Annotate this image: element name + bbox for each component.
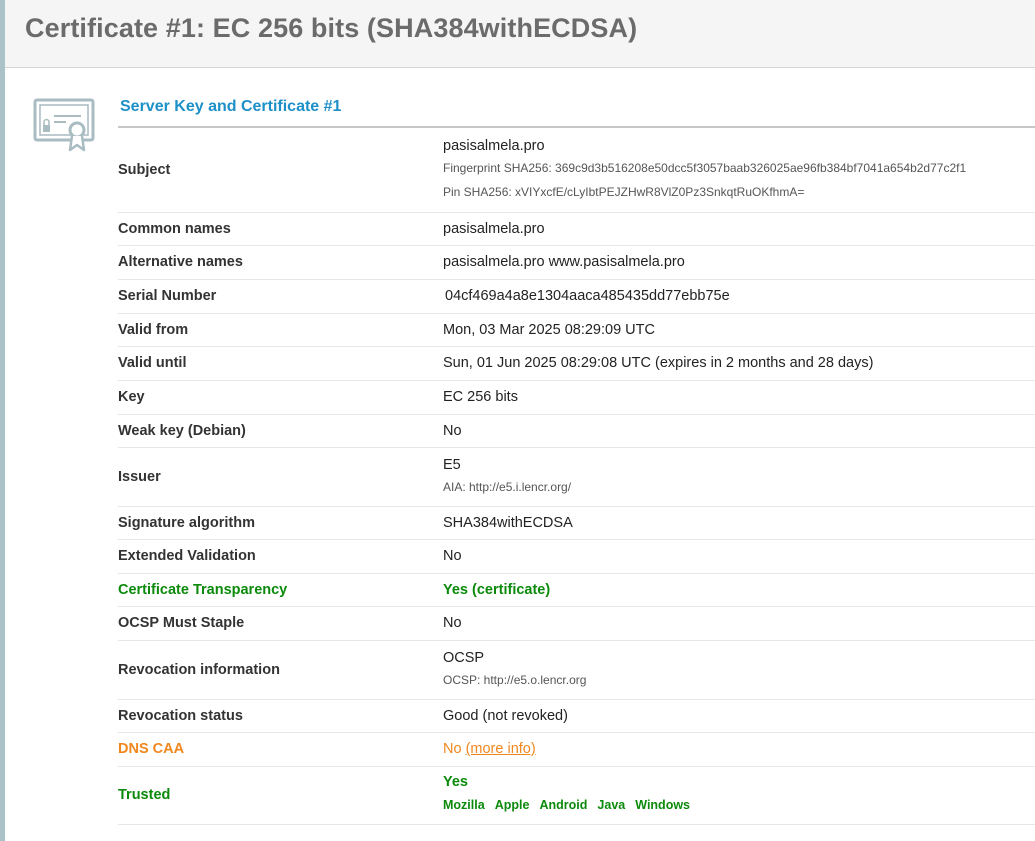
row-value-revocation-status: Good (not revoked) [443, 699, 1035, 733]
row-label-weak-key: Weak key (Debian) [118, 414, 443, 448]
row-label-common-names: Common names [118, 212, 443, 246]
row-value-certificate-transparency: Yes (certificate) [443, 573, 1035, 607]
row-value-serial-number: 04cf469a4a8e1304aaca485435dd77ebb75e [443, 279, 1035, 314]
trusted-browsers: Mozilla Apple Android Java Windows [443, 792, 1035, 818]
table-row-key: Key EC 256 bits [118, 380, 1035, 415]
subject-fingerprint: Fingerprint SHA256: 369c9d3b516208e50dcc… [443, 160, 967, 175]
subject-pin: Pin SHA256: xVIYxcfE/cLyIbtPEJZHwR8VlZ0P… [443, 184, 805, 199]
table-row-serial-number: Serial Number 04cf469a4a8e1304aaca485435… [118, 279, 1035, 314]
issuer-value: E5 [443, 456, 461, 473]
table-row-revocation-status: Revocation status Good (not revoked) [118, 699, 1035, 733]
row-label-valid-from: Valid from [118, 313, 443, 347]
table-row-common-names: Common names pasisalmela.pro [118, 212, 1035, 246]
browser-mozilla: Mozilla [443, 798, 485, 812]
row-value-key: EC 256 bits [443, 380, 1035, 415]
row-label-alternative-names: Alternative names [118, 245, 443, 280]
row-value-issuer: E5 AIA: http://e5.i.lencr.org/ [443, 447, 1035, 507]
row-label-dns-caa: DNS CAA [118, 732, 443, 767]
issuer-aia: AIA: http://e5.i.lencr.org/ [443, 479, 572, 494]
certificate-icon [33, 97, 95, 155]
revocation-information-ocsp: OCSP: http://e5.o.lencr.org [443, 672, 587, 687]
row-value-subject: pasisalmela.pro Fingerprint SHA256: 369c… [443, 128, 1035, 213]
row-label-revocation-information: Revocation information [118, 640, 443, 700]
row-label-revocation-status: Revocation status [118, 699, 443, 733]
row-label-valid-until: Valid until [118, 346, 443, 381]
row-value-extended-validation: No [443, 539, 1035, 574]
table-row-extended-validation: Extended Validation No [118, 539, 1035, 574]
row-value-ocsp-must-staple: No [443, 606, 1035, 641]
row-value-dns-caa: No (more info) [443, 732, 1035, 767]
section-title: Server Key and Certificate #1 [120, 98, 342, 115]
table-row-revocation-information: Revocation information OCSP OCSP: http:/… [118, 640, 1035, 700]
browser-android: Android [539, 798, 588, 812]
row-label-ocsp-must-staple: OCSP Must Staple [118, 606, 443, 641]
row-value-common-names: pasisalmela.pro [443, 212, 1035, 246]
browser-java: Java [597, 798, 626, 812]
table-row-signature-algorithm: Signature algorithm SHA384withECDSA [118, 506, 1035, 540]
browser-windows: Windows [635, 798, 691, 812]
row-label-key: Key [118, 380, 443, 415]
trusted-value: Yes [443, 774, 468, 790]
row-label-certificate-transparency: Certificate Transparency [118, 573, 443, 607]
row-value-trusted: Yes Mozilla Apple Android Java Windows [443, 766, 1035, 825]
row-label-serial-number: Serial Number [118, 279, 443, 314]
certificate-table: Subject pasisalmela.pro Fingerprint SHA2… [118, 128, 1035, 825]
table-row-ocsp-must-staple: OCSP Must Staple No [118, 606, 1035, 641]
revocation-information-value: OCSP [443, 649, 485, 666]
row-value-alternative-names: pasisalmela.pro www.pasisalmela.pro [443, 245, 1035, 280]
dns-caa-value: No [443, 741, 462, 757]
row-value-revocation-information: OCSP OCSP: http://e5.o.lencr.org [443, 640, 1035, 700]
row-value-signature-algorithm: SHA384withECDSA [443, 506, 1035, 540]
table-row-dns-caa: DNS CAA No (more info) [118, 732, 1035, 767]
row-value-weak-key: No [443, 414, 1035, 448]
page-title: Certificate #1: EC 256 bits (SHA384withE… [25, 13, 638, 43]
row-value-valid-from: Mon, 03 Mar 2025 08:29:09 UTC [443, 313, 1035, 347]
table-row-alternative-names: Alternative names pasisalmela.pro www.pa… [118, 245, 1035, 280]
table-row-valid-until: Valid until Sun, 01 Jun 2025 08:29:08 UT… [118, 346, 1035, 381]
browser-apple: Apple [494, 798, 530, 812]
row-label-trusted: Trusted [118, 766, 443, 825]
row-label-signature-algorithm: Signature algorithm [118, 506, 443, 540]
table-row-valid-from: Valid from Mon, 03 Mar 2025 08:29:09 UTC [118, 313, 1035, 347]
left-rail [0, 0, 5, 841]
more-info-link[interactable]: (more info) [466, 741, 536, 757]
subject-value: pasisalmela.pro [443, 137, 545, 154]
table-row-trusted: Trusted Yes Mozilla Apple Android Java W… [118, 766, 1035, 825]
page-header: Certificate #1: EC 256 bits (SHA384withE… [5, 0, 1035, 68]
table-row-certificate-transparency: Certificate Transparency Yes (certificat… [118, 573, 1035, 607]
row-value-valid-until: Sun, 01 Jun 2025 08:29:08 UTC (expires i… [443, 346, 1035, 381]
table-row-weak-key: Weak key (Debian) No [118, 414, 1035, 448]
table-row-subject: Subject pasisalmela.pro Fingerprint SHA2… [118, 128, 1035, 213]
table-row-issuer: Issuer E5 AIA: http://e5.i.lencr.org/ [118, 447, 1035, 507]
row-label-issuer: Issuer [118, 447, 443, 507]
row-label-subject: Subject [118, 128, 443, 213]
row-label-extended-validation: Extended Validation [118, 539, 443, 574]
